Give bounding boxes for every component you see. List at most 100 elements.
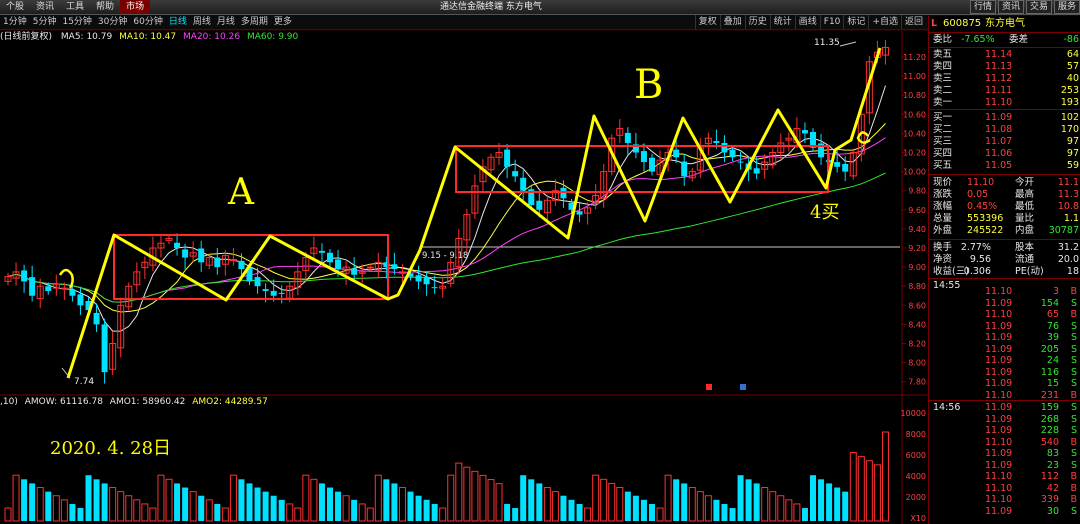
volume-bar [229,474,237,522]
bid-row: 买五 11.05 59 [929,160,1080,172]
tick-price: 11.09 [985,448,1013,459]
tick-row: 11.09 83 S [929,448,1080,460]
volume-bar [36,487,44,522]
ask-price: 11.14 [985,49,1013,60]
candle-body [270,290,277,296]
tick-price: 11.09 [985,332,1013,343]
price-tick-label: 8.60 [908,301,926,310]
fundamental-row: 净资 9.56 流通 20.0 [929,254,1080,266]
buy-signal-label: 4买 [810,202,840,223]
bid-volume: 59 [1066,160,1079,171]
candle-body [93,312,100,325]
volume-bar [849,452,857,522]
volume-bar [423,499,430,521]
volume-bar [221,507,229,522]
stat-label: 今开 [1015,177,1035,188]
tick-direction: S [1070,413,1077,425]
tick-row: 11.09 23 S [929,460,1080,472]
volume-bar [149,507,157,522]
price-tick-label: 9.80 [908,187,926,196]
candle-body [536,200,543,210]
candle-body [77,294,84,306]
candle-body [415,275,422,282]
service-button[interactable]: 服务 [1053,0,1080,14]
tick-price: 11.09 [985,459,1013,471]
tick-price: 11.09 [985,425,1013,436]
candle-body [737,161,744,163]
news-button[interactable]: 资讯 [997,0,1024,14]
volume-tick-label: 4000 [906,472,926,481]
volume-bar [664,474,672,522]
candle-body [504,149,511,167]
candle-body [69,289,76,296]
tick-direction: B [1070,389,1077,401]
price-tick-label: 9.40 [908,225,926,234]
tick-row: 11.09 154 S [929,298,1080,310]
tick-volume: 112 [1040,471,1059,482]
tick-direction: B [1070,286,1077,297]
tick-direction: S [1070,505,1077,517]
volume-bar [133,499,141,522]
tick-price: 11.09 [985,355,1013,366]
stat-value: 11.3 [1057,189,1079,200]
candle-body [351,268,358,275]
volume-bar [745,479,752,521]
stock-name: 东方电气 [985,18,1025,29]
ask-label: 卖四 [933,61,953,72]
trade-button[interactable]: 交易 [1025,0,1052,14]
quote-button[interactable]: 行情 [969,0,996,14]
ma5-line [7,85,886,332]
bid-label: 买四 [933,148,953,159]
ask-row: 卖三 11.12 40 [929,73,1080,85]
bid-label: 买一 [933,112,953,123]
volume-bar [536,483,543,521]
price-tick-label: 8.00 [908,359,926,368]
marker-blue [740,384,746,390]
ask-volume: 193 [1060,97,1079,108]
candle-body [640,151,647,163]
volume-bar [294,507,302,522]
bid-volume: 102 [1060,112,1079,123]
volume-bar [649,503,655,521]
tick-direction: S [1070,332,1077,343]
candle-body [576,211,583,215]
tick-volume: 39 [1046,332,1059,343]
fundamental-value: 2.77% [960,242,991,253]
volume-bar [455,462,463,522]
volume-bar [632,495,639,521]
volume-bar [21,479,28,521]
stat-value: 1.1 [1063,213,1079,224]
volume-bar [101,483,108,521]
bid-price: 11.06 [985,148,1013,159]
candle-body [673,149,680,158]
price-tick-label: 10.20 [903,149,926,158]
candle-body [834,162,841,167]
tick-volume: 3 [1052,286,1059,297]
weibi-value: -7.65% [961,34,995,45]
candle-body [198,248,205,263]
tick-volume: 159 [1040,402,1059,413]
volume-bar [463,466,471,522]
fundamental-label: 股本 [1015,242,1035,253]
price-tick-label: 8.40 [908,320,926,329]
amow-value: AMOW: 61116.78 [24,397,103,407]
tick-direction: S [1070,320,1077,332]
price-tick-label: 9.00 [908,263,926,272]
moving-average-lines [7,85,886,332]
fundamental-label: 净资 [933,254,953,265]
tick-price: 11.10 [985,482,1013,494]
quote-panel: L 600875 东方电气 委比 -7.65% 委差 -86 14:55 14:… [928,16,1080,524]
volume-bar [793,503,801,522]
volume-bar [512,508,519,521]
volume-bar [447,474,455,522]
bid-row: 买四 11.06 97 [929,148,1080,160]
amo2-value: AMO2: 44289.57 [192,397,268,407]
volume-bar [29,483,36,521]
bid-label: 买五 [933,160,953,171]
volume-bar [487,479,495,522]
volume-bar [673,479,680,521]
tick-price: 11.09 [985,320,1013,332]
candle-body [229,258,237,261]
volume-bar [278,499,285,521]
volume-bar [182,487,189,521]
